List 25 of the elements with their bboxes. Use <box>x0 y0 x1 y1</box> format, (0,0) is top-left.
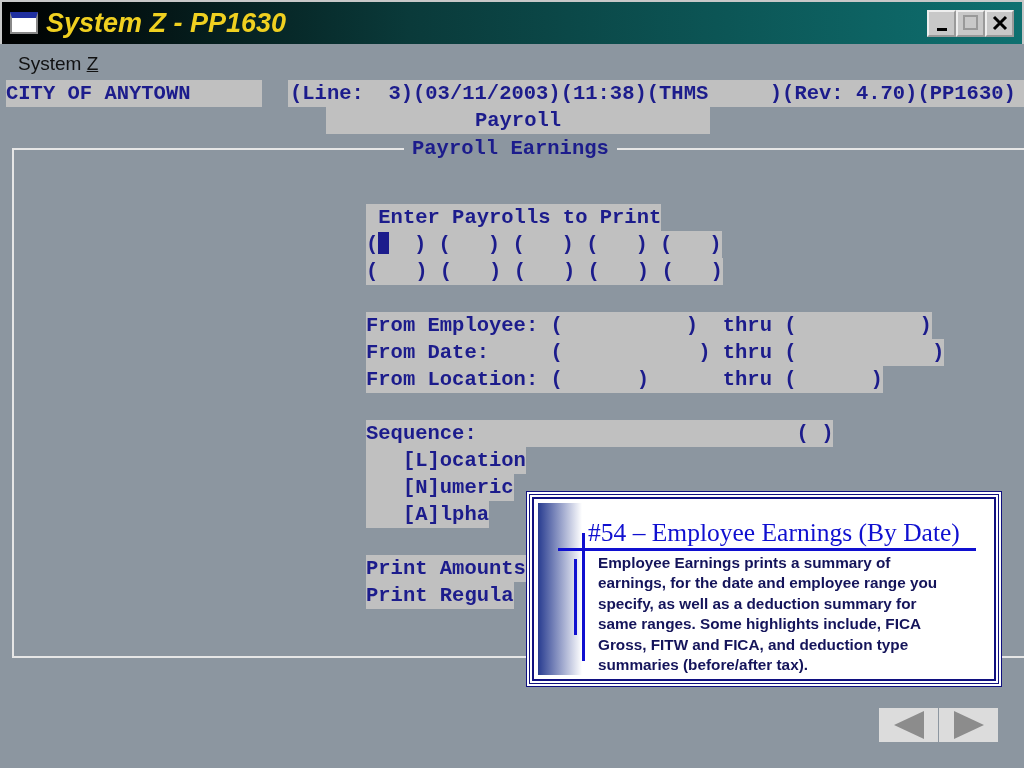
maximize-icon <box>962 15 979 31</box>
close-button[interactable] <box>985 9 1014 37</box>
input-field[interactable]: ( ) <box>660 233 722 256</box>
input-field[interactable]: ( ) <box>439 260 502 283</box>
input-field[interactable]: ( ) <box>366 260 428 283</box>
minimize-icon <box>936 27 947 31</box>
module-title: Payroll <box>326 107 710 134</box>
input-field[interactable]: ( ) <box>366 233 427 256</box>
input-field[interactable]: ( ) <box>512 233 574 256</box>
input-field[interactable]: ( ) <box>438 233 501 256</box>
maximize-button[interactable] <box>956 9 985 37</box>
close-icon <box>991 15 1008 31</box>
callout-text: Employee Earnings prints a summary of earnings, for the date and employee range you specify, as well as a deduction summary for same ranges. Some highlights include, FICA Gross, FITW and FICA, and deduction type summaries (before/after tax). <box>598 553 939 676</box>
input-field[interactable]: ( ) <box>513 260 576 283</box>
window-title: System Z - PP1630 <box>46 9 287 37</box>
callout-title: #54 – Employee Earnings (By Date) <box>588 519 960 548</box>
minimize-button[interactable] <box>927 9 956 37</box>
input-field[interactable]: ( ) <box>587 260 650 283</box>
menu-item[interactable]: System Z <box>18 50 99 80</box>
input-field[interactable]: ( ) <box>586 233 648 256</box>
left-triangle-icon <box>893 711 924 739</box>
organization-name: CITY OF ANYTOWN <box>6 80 262 107</box>
window-icon <box>10 12 38 34</box>
input-field[interactable]: ( ) <box>661 260 723 283</box>
right-triangle-icon <box>953 711 984 739</box>
